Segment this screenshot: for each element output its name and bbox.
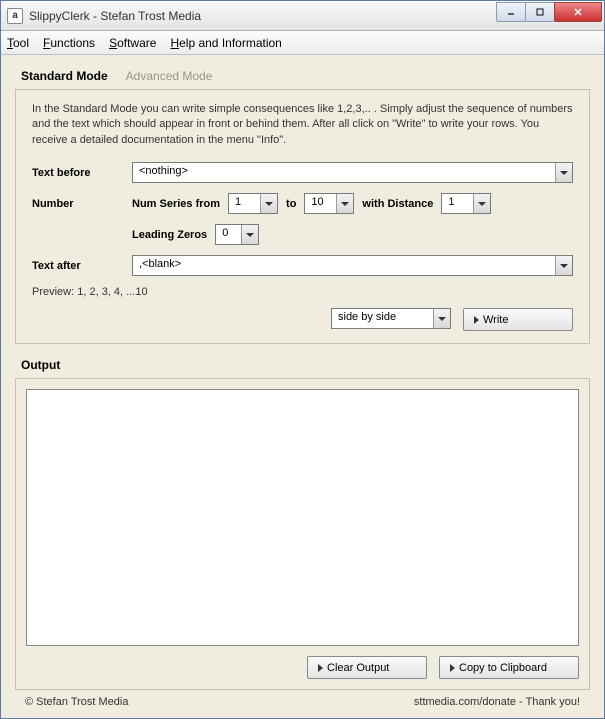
write-button[interactable]: Write (463, 308, 573, 331)
write-button-label: Write (483, 314, 508, 326)
num-to-combo[interactable]: 10 (304, 193, 354, 214)
text-after-value: ,<blank> (133, 256, 555, 275)
num-from-value: 1 (229, 194, 260, 213)
copy-arrow-icon (450, 664, 455, 672)
distance-combo[interactable]: 1 (441, 193, 491, 214)
num-from-dropdown-icon[interactable] (260, 194, 277, 213)
num-to-value: 10 (305, 194, 336, 213)
app-window: a SlippyClerk - Stefan Trost Media Tool … (0, 0, 605, 719)
distance-dropdown-icon[interactable] (473, 194, 490, 213)
preview-text: Preview: 1, 2, 3, 4, ...10 (32, 286, 573, 298)
panel-button-row: side by side Write (32, 308, 573, 331)
leading-zeros-label: Leading Zeros (132, 229, 207, 241)
row-text-after: Text after ,<blank> (32, 255, 573, 276)
footer-right: sttmedia.com/donate - Thank you! (414, 696, 580, 708)
settings-panel: In the Standard Mode you can write simpl… (15, 89, 590, 344)
text-before-dropdown-icon[interactable] (555, 163, 572, 182)
close-button[interactable] (554, 2, 602, 22)
menu-software[interactable]: Software (109, 36, 156, 50)
app-icon: a (7, 8, 23, 24)
write-arrow-icon (474, 316, 479, 324)
output-panel: Clear Output Copy to Clipboard (15, 378, 590, 690)
row-leading-zeros: Leading Zeros 0 (32, 224, 573, 245)
footer-left: © Stefan Trost Media (25, 696, 129, 708)
layout-mode-combo[interactable]: side by side (331, 308, 451, 329)
layout-mode-value: side by side (332, 309, 433, 328)
text-before-combo[interactable]: <nothing> (132, 162, 573, 183)
description-text: In the Standard Mode you can write simpl… (32, 102, 573, 148)
copy-clipboard-button[interactable]: Copy to Clipboard (439, 656, 579, 679)
tab-advanced[interactable]: Advanced Mode (126, 69, 213, 83)
num-from-combo[interactable]: 1 (228, 193, 278, 214)
text-before-label: Text before (32, 167, 132, 179)
text-after-label: Text after (32, 260, 132, 272)
maximize-button[interactable] (525, 2, 555, 22)
window-controls (497, 2, 602, 22)
menu-functions[interactable]: Functions (43, 36, 95, 50)
row-text-before: Text before <nothing> (32, 162, 573, 183)
num-series-label: Num Series from (132, 198, 220, 210)
num-to-dropdown-icon[interactable] (336, 194, 353, 213)
leading-zeros-value: 0 (216, 225, 241, 244)
text-after-dropdown-icon[interactable] (555, 256, 572, 275)
leading-zeros-dropdown-icon[interactable] (241, 225, 258, 244)
layout-mode-dropdown-icon[interactable] (433, 309, 450, 328)
row-number: Number Num Series from 1 to 10 with Dist… (32, 193, 573, 214)
output-button-row: Clear Output Copy to Clipboard (26, 656, 579, 679)
menu-help[interactable]: Help and Information (170, 36, 281, 50)
footer: © Stefan Trost Media sttmedia.com/donate… (15, 690, 590, 714)
minimize-button[interactable] (496, 2, 526, 22)
clear-output-button[interactable]: Clear Output (307, 656, 427, 679)
titlebar[interactable]: a SlippyClerk - Stefan Trost Media (1, 1, 604, 31)
output-label: Output (21, 358, 590, 372)
mode-tabs: Standard Mode Advanced Mode (15, 69, 590, 89)
menubar: Tool Functions Software Help and Informa… (1, 31, 604, 55)
number-label: Number (32, 198, 132, 210)
output-textarea[interactable] (26, 389, 579, 646)
text-before-value: <nothing> (133, 163, 555, 182)
distance-label: with Distance (362, 198, 433, 210)
menu-tool[interactable]: Tool (7, 36, 29, 50)
tab-standard[interactable]: Standard Mode (21, 69, 108, 83)
distance-value: 1 (442, 194, 473, 213)
content-area: Standard Mode Advanced Mode In the Stand… (1, 55, 604, 718)
to-label: to (286, 198, 296, 210)
clear-arrow-icon (318, 664, 323, 672)
clear-button-label: Clear Output (327, 662, 389, 674)
copy-button-label: Copy to Clipboard (459, 662, 547, 674)
text-after-combo[interactable]: ,<blank> (132, 255, 573, 276)
leading-zeros-combo[interactable]: 0 (215, 224, 259, 245)
window-title: SlippyClerk - Stefan Trost Media (29, 9, 497, 23)
